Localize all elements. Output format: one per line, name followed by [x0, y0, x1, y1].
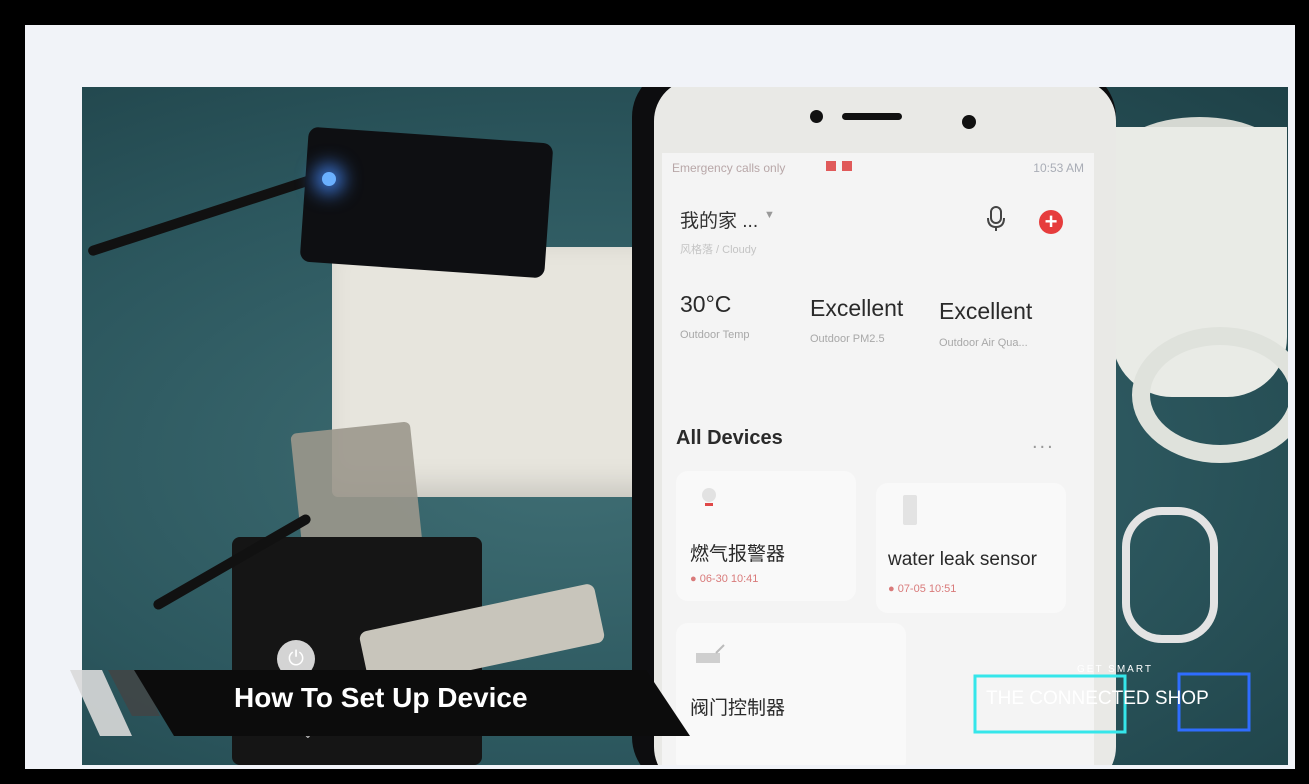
- notification-icon: [842, 161, 852, 171]
- air-quality-label: Outdoor Air Qua...: [939, 337, 1028, 349]
- device-name: water leak sensor: [888, 549, 1037, 570]
- all-devices-heading: All Devices: [676, 427, 783, 449]
- status-bar: Emergency calls only 10:53 AM: [662, 153, 1094, 179]
- status-time: 10:53 AM: [1033, 161, 1084, 175]
- front-camera-icon: [810, 110, 823, 123]
- proximity-sensor: [962, 115, 976, 129]
- device-card-valve-controller[interactable]: 阀门控制器: [676, 623, 906, 765]
- device-card-gas-alarm[interactable]: 燃气报警器 ● 06-30 10:41: [676, 471, 856, 601]
- brand-name: THE CONNECTED SHOP: [986, 688, 1209, 709]
- status-carrier: Emergency calls only: [672, 161, 786, 175]
- gas-alarm-icon: [702, 488, 716, 506]
- add-device-button[interactable]: +: [1039, 210, 1063, 234]
- water-leak-sensor-icon: [903, 495, 917, 525]
- more-options-button[interactable]: ...: [1032, 431, 1055, 454]
- power-cable: [86, 167, 338, 257]
- chevron-down-icon[interactable]: ▼: [764, 209, 775, 221]
- outdoor-temp-value: 30°C: [680, 291, 732, 317]
- earpiece-speaker: [842, 113, 902, 120]
- home-selector[interactable]: 我的家 ...: [680, 206, 758, 233]
- blue-led-light: [322, 172, 336, 186]
- device-name: 阀门控制器: [690, 698, 786, 719]
- device-card-water-leak[interactable]: water leak sensor ● 07-05 10:51: [876, 483, 1066, 613]
- device-time: ● 07-05 10:51: [888, 583, 957, 595]
- microphone-icon[interactable]: [984, 205, 1008, 233]
- pm25-label: Outdoor PM2.5: [810, 333, 885, 345]
- video-frame: Emergency calls only 10:53 AM 我的家 ... ▼ …: [25, 25, 1295, 769]
- video-title: How To Set Up Device: [234, 682, 528, 713]
- device-name: 燃气报警器: [690, 544, 786, 565]
- air-quality-value: Excellent: [939, 298, 1033, 324]
- usb-cable: [1122, 507, 1218, 643]
- pm25-value: Excellent: [810, 295, 904, 321]
- mug-handle: [1132, 327, 1288, 463]
- power-adapter: [299, 126, 554, 279]
- device-time: ● 06-30 10:41: [690, 573, 759, 585]
- brand-tagline: GET SMART: [1077, 664, 1153, 675]
- valve-controller-icon: [696, 644, 725, 663]
- weather-label: 风格落 / Cloudy: [680, 244, 757, 256]
- outdoor-temp-label: Outdoor Temp: [680, 329, 750, 341]
- notification-icon: [826, 161, 836, 171]
